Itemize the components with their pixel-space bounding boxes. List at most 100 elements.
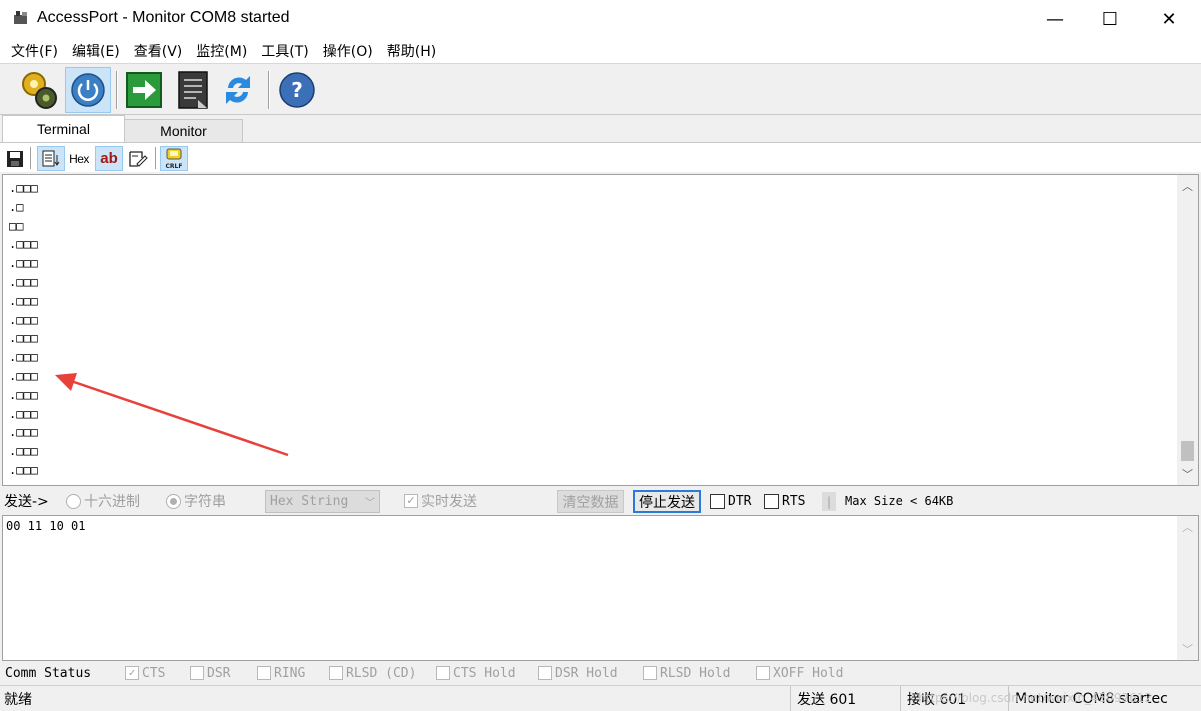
edit-button[interactable]	[126, 146, 150, 171]
hex-mode-button[interactable]: Hex	[66, 146, 92, 171]
dsr-hold-check	[538, 666, 552, 680]
menu-monitor[interactable]: 监控(M)	[189, 41, 254, 61]
terminal-scrollbar[interactable]: ︿ ﹀	[1177, 175, 1198, 485]
radio-hex-dot	[66, 493, 81, 509]
subtoolbar-separator	[155, 147, 156, 169]
crlf-label: CRLF	[166, 163, 183, 170]
rts-checkbox[interactable]: RTS	[764, 488, 805, 514]
status-bar: 就绪 发送 601 接收 601 Monitor COM8 startec ht…	[0, 685, 1201, 711]
text-mode-button[interactable]: ab	[95, 146, 123, 171]
minimize-button[interactable]: —	[1032, 0, 1078, 38]
refresh-button[interactable]	[215, 67, 261, 113]
dtr-label: DTR	[728, 493, 752, 509]
help-icon: ?	[279, 72, 315, 108]
xoff-hold-check	[756, 666, 770, 680]
edit-document-icon	[129, 150, 148, 167]
window-title: AccessPort - Monitor COM8 started	[37, 9, 290, 26]
ring-indicator: RING	[257, 662, 305, 684]
rlsd-indicator: RLSD (CD)	[329, 662, 416, 684]
cts-check: ✓	[125, 666, 139, 680]
menu-operate[interactable]: 操作(O)	[316, 41, 380, 61]
scroll-down-icon[interactable]: ﹀	[1177, 465, 1198, 483]
crlf-button[interactable]: CRLF	[160, 146, 188, 171]
svg-text:?: ?	[291, 78, 303, 102]
save-button[interactable]	[4, 146, 26, 171]
autoscroll-button[interactable]	[37, 146, 65, 171]
annotation-arrow-icon	[55, 373, 289, 457]
log-button[interactable]	[170, 67, 216, 113]
scrollbar-thumb[interactable]	[1181, 441, 1194, 461]
log-document-icon	[178, 71, 208, 109]
status-sent-count: 发送 601	[790, 686, 898, 711]
dsr-check	[190, 666, 204, 680]
cts-label: CTS	[142, 665, 166, 681]
subtoolbar-separator	[30, 147, 31, 169]
scroll-document-icon	[42, 150, 60, 166]
input-scrollbar[interactable]: ︿ ﹀	[1177, 516, 1198, 660]
menu-bar: 文件(F) 编辑(E) 查看(V) 监控(M) 工具(T) 操作(O) 帮助(H…	[0, 38, 1201, 64]
menu-help[interactable]: 帮助(H)	[380, 41, 443, 61]
maximize-button[interactable]: ☐	[1087, 0, 1133, 38]
terminal-output[interactable]: .□□□ .□ □□ .□□□ .□□□ .□□□ .□□□ .□□□ .□□□ .□□□ .□□□…	[2, 174, 1199, 486]
menu-file[interactable]: 文件(F)	[4, 41, 65, 61]
radio-string-dot	[166, 493, 181, 509]
menu-view[interactable]: 查看(V)	[127, 41, 190, 61]
dsr-hold-indicator: DSR Hold	[538, 662, 618, 684]
ring-label: RING	[274, 665, 306, 681]
status-ready: 就绪	[4, 691, 32, 708]
tab-terminal[interactable]: Terminal	[2, 115, 125, 142]
xoff-hold-indicator: XOFF Hold	[756, 662, 843, 684]
crlf-icon: CRLF	[166, 148, 183, 170]
comm-status-label: Comm Status	[5, 665, 92, 681]
close-button[interactable]: ✕	[1146, 0, 1192, 38]
max-size-label: Max Size < 64KB	[845, 494, 954, 508]
realtime-send-checkbox[interactable]: ✓ 实时发送	[404, 488, 477, 514]
watermark-text: https://blog.csdn.net/weixin_45092612	[918, 691, 1153, 705]
cts-indicator: ✓ CTS	[125, 662, 165, 684]
cts-hold-label: CTS Hold	[453, 665, 516, 681]
dsr-hold-label: DSR Hold	[555, 665, 618, 681]
send-input[interactable]: 00 11 10 01 ︿ ﹀	[2, 515, 1199, 661]
radio-string-label: 字符串	[184, 494, 226, 510]
rlsd-label: RLSD (CD)	[346, 665, 417, 681]
realtime-send-check: ✓	[404, 494, 418, 508]
send-bar: 发送-> 十六进制 字符串 Hex String ﹀ ✓ 实时发送 清空数据 停…	[0, 488, 1201, 514]
run-button[interactable]	[121, 67, 167, 113]
title-bar: AccessPort - Monitor COM8 started — ☐ ✕	[0, 0, 1201, 38]
dsr-label: DSR	[207, 665, 231, 681]
tab-strip: Terminal Monitor	[0, 115, 1201, 142]
app-icon	[14, 11, 27, 24]
toolbar-separator	[268, 71, 270, 109]
terminal-toolbar: Hex ab CRLF	[0, 142, 1201, 172]
connect-button[interactable]	[65, 67, 111, 113]
clear-data-button[interactable]: 清空数据	[557, 490, 624, 513]
format-select[interactable]: Hex String ﹀	[265, 490, 380, 513]
help-button[interactable]: ?	[274, 67, 320, 113]
rlsd-hold-label: RLSD Hold	[660, 665, 731, 681]
settings-button[interactable]	[15, 67, 61, 113]
power-icon	[71, 73, 105, 107]
menu-edit[interactable]: 编辑(E)	[65, 41, 127, 61]
refresh-arrows-icon	[226, 76, 250, 104]
cts-hold-check	[436, 666, 450, 680]
radio-hex[interactable]: 十六进制	[66, 488, 140, 514]
menu-tools[interactable]: 工具(T)	[254, 41, 315, 61]
scroll-down-icon[interactable]: ﹀	[1177, 640, 1198, 658]
realtime-send-label: 实时发送	[421, 494, 477, 510]
radio-string[interactable]: 字符串	[166, 488, 226, 514]
dtr-check	[710, 493, 725, 509]
scroll-up-icon[interactable]: ︿	[1177, 177, 1198, 195]
main-toolbar: ?	[0, 65, 1201, 115]
toolbar-separator	[116, 71, 118, 109]
scroll-up-icon[interactable]: ︿	[1177, 518, 1198, 536]
floppy-disk-icon	[7, 150, 23, 167]
tab-monitor[interactable]: Monitor	[124, 119, 243, 142]
dsr-indicator: DSR	[190, 662, 230, 684]
rts-label: RTS	[782, 493, 806, 509]
dtr-checkbox[interactable]: DTR	[710, 488, 751, 514]
comm-status-bar: Comm Status ✓ CTS DSR RING RLSD (CD) CTS …	[0, 662, 1201, 684]
rts-check	[764, 493, 779, 509]
stop-send-button[interactable]: 停止发送	[633, 490, 701, 513]
cts-hold-indicator: CTS Hold	[436, 662, 516, 684]
chevron-down-icon: ﹀	[365, 498, 375, 509]
